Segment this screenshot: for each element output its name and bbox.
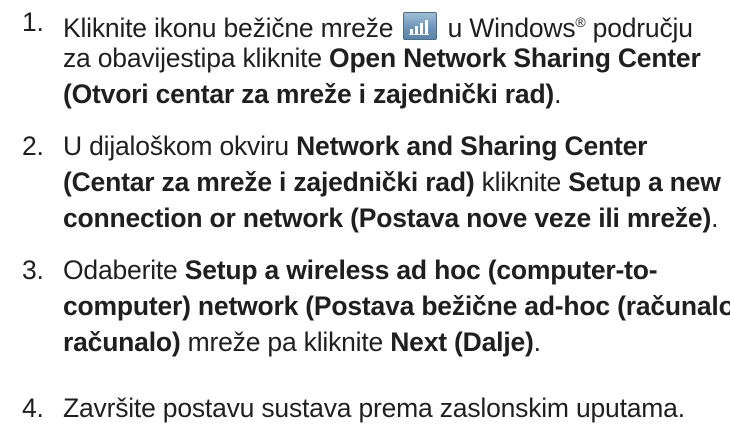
- wireless-signal-icon: [403, 11, 438, 40]
- step-text: U dijaloškom okviru Network and Sharing …: [63, 131, 721, 233]
- step-number: 2.: [22, 131, 44, 161]
- step-text: Odaberite Setup a wireless ad hoc (compu…: [63, 255, 730, 357]
- step-text: Kliknite ikonu bežične mreže u Windows® …: [63, 11, 701, 109]
- step-text: Završite postavu sustava prema zaslonski…: [63, 393, 685, 423]
- instruction-list: 1. Kliknite ikonu bežične mreže u Window…: [0, 0, 730, 432]
- step-number: 4.: [22, 393, 44, 423]
- step-number: 3.: [22, 255, 44, 285]
- step-number: 1.: [22, 7, 44, 37]
